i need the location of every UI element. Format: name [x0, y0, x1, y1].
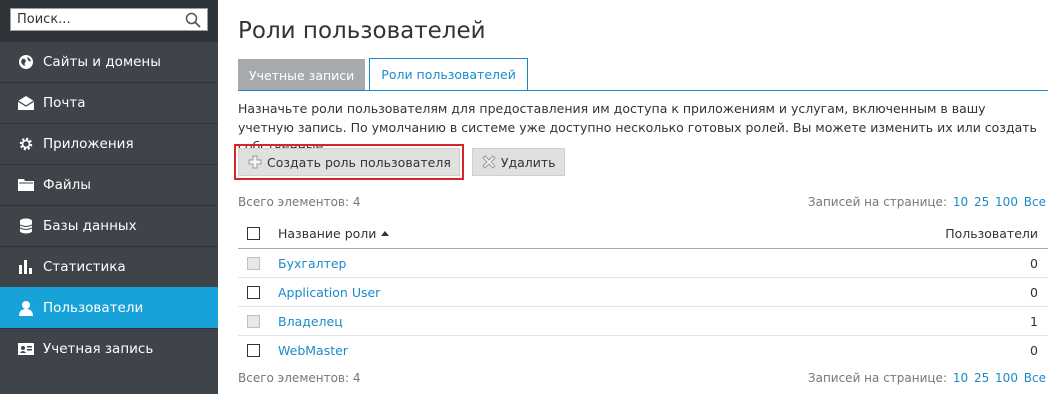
row-checkbox: [247, 256, 260, 270]
delete-label: Удалить: [500, 154, 556, 170]
role-link[interactable]: Владелец: [278, 314, 343, 329]
per-page-label: Записей на странице:: [807, 371, 947, 385]
page-title: Роли пользователей: [238, 18, 486, 44]
gear-icon: [17, 135, 35, 153]
sidebar-item-label: Почта: [43, 95, 86, 111]
per-page-25[interactable]: 25: [974, 195, 989, 209]
sidebar: Сайты и домены Почта Приложения Файлы Ба…: [0, 0, 218, 394]
sidebar-item-statistics[interactable]: Статистика: [0, 246, 218, 287]
sidebar-item-mail[interactable]: Почта: [0, 82, 218, 123]
sidebar-item-websites[interactable]: Сайты и домены: [0, 41, 218, 82]
per-page-10[interactable]: 10: [953, 371, 968, 385]
users-count-cell: 1: [1030, 313, 1038, 329]
role-link[interactable]: Application User: [278, 285, 380, 300]
toolbar: Создать роль пользователя Удалить: [234, 144, 565, 180]
role-name-cell: Бухгалтер: [278, 256, 928, 271]
row-checkbox[interactable]: [247, 344, 260, 357]
table-row: Бухгалтер 0: [238, 249, 1048, 278]
pager-bottom: Всего элементов: 4 Записей на странице: …: [238, 371, 1048, 387]
sidebar-item-databases[interactable]: Базы данных: [0, 205, 218, 246]
role-name-cell: Владелец: [278, 314, 928, 329]
users-count-cell: 0: [1030, 284, 1038, 300]
total-items: Всего элементов: 4: [238, 195, 361, 209]
row-checkbox: [247, 314, 260, 328]
tab-bar: Учетные записи Роли пользователей: [238, 57, 532, 91]
row-checkbox[interactable]: [247, 285, 260, 299]
users-count-cell: 0: [1030, 343, 1038, 358]
plus-icon: [247, 154, 263, 170]
table-row: Application User 0: [238, 278, 1048, 307]
total-items: Всего элементов: 4: [238, 371, 361, 385]
sidebar-item-label: Базы данных: [43, 218, 137, 234]
per-page-all[interactable]: Все: [1024, 195, 1046, 209]
database-icon: [17, 217, 35, 235]
sidebar-item-label: Пользователи: [43, 300, 144, 316]
sidebar-item-label: Сайты и домены: [43, 54, 161, 70]
per-page-label: Записей на странице:: [807, 195, 947, 209]
create-button-highlight: Создать роль пользователя: [234, 144, 464, 180]
search-input[interactable]: [11, 9, 181, 30]
delete-button[interactable]: Удалить: [471, 148, 565, 176]
sort-ascending-icon: [381, 231, 390, 236]
role-link[interactable]: Бухгалтер: [278, 256, 347, 271]
users-count-cell: 0: [1030, 255, 1038, 271]
folder-icon: [17, 176, 35, 194]
column-header-label: Название роли: [278, 226, 377, 241]
per-page-10[interactable]: 10: [953, 195, 968, 209]
tab-divider: [238, 90, 1048, 91]
column-header-users: Пользователи: [945, 226, 1038, 241]
sidebar-item-label: Статистика: [43, 259, 126, 275]
per-page: Записей на странице: 10 25 100 Все: [808, 371, 1046, 385]
sidebar-item-account[interactable]: Учетная запись: [0, 328, 218, 369]
create-role-label: Создать роль пользователя: [267, 154, 451, 170]
per-page-all[interactable]: Все: [1024, 371, 1046, 385]
role-name-cell: Application User: [278, 285, 928, 300]
table-header: Название роли Пользователи: [238, 219, 1048, 249]
sidebar-item-label: Файлы: [43, 177, 91, 193]
sidebar-item-applications[interactable]: Приложения: [0, 123, 218, 164]
tab-accounts[interactable]: Учетные записи: [238, 59, 366, 91]
globe-icon: [17, 53, 35, 71]
table-row: Владелец 1: [238, 307, 1048, 336]
sidebar-item-files[interactable]: Файлы: [0, 164, 218, 205]
create-role-button[interactable]: Создать роль пользователя: [238, 148, 460, 176]
per-page: Записей на странице: 10 25 100 Все: [808, 195, 1046, 209]
per-page-25[interactable]: 25: [974, 371, 989, 385]
per-page-100[interactable]: 100: [995, 371, 1018, 385]
id-card-icon: [17, 340, 35, 358]
roles-table: Название роли Пользователи Бухгалтер 0 A…: [238, 219, 1048, 365]
delete-x-icon: [481, 154, 497, 170]
envelope-icon: [17, 94, 35, 112]
pager-top: Всего элементов: 4 Записей на странице: …: [238, 195, 1048, 211]
user-icon: [17, 299, 35, 317]
per-page-100[interactable]: 100: [995, 195, 1018, 209]
select-all-checkbox[interactable]: [247, 227, 260, 240]
bar-chart-icon: [17, 258, 35, 276]
search-icon[interactable]: [185, 12, 201, 28]
sidebar-search-area: [0, 0, 218, 41]
table-row: WebMaster 0: [238, 336, 1048, 365]
role-name-cell: WebMaster: [278, 343, 928, 358]
tab-user-roles[interactable]: Роли пользователей: [369, 58, 528, 91]
sidebar-item-users[interactable]: Пользователи: [0, 287, 218, 328]
sidebar-item-label: Приложения: [43, 136, 134, 152]
column-header-role-name[interactable]: Название роли: [278, 226, 928, 241]
role-link[interactable]: WebMaster: [278, 343, 348, 358]
search-box: [10, 8, 208, 31]
sidebar-item-label: Учетная запись: [43, 341, 154, 357]
